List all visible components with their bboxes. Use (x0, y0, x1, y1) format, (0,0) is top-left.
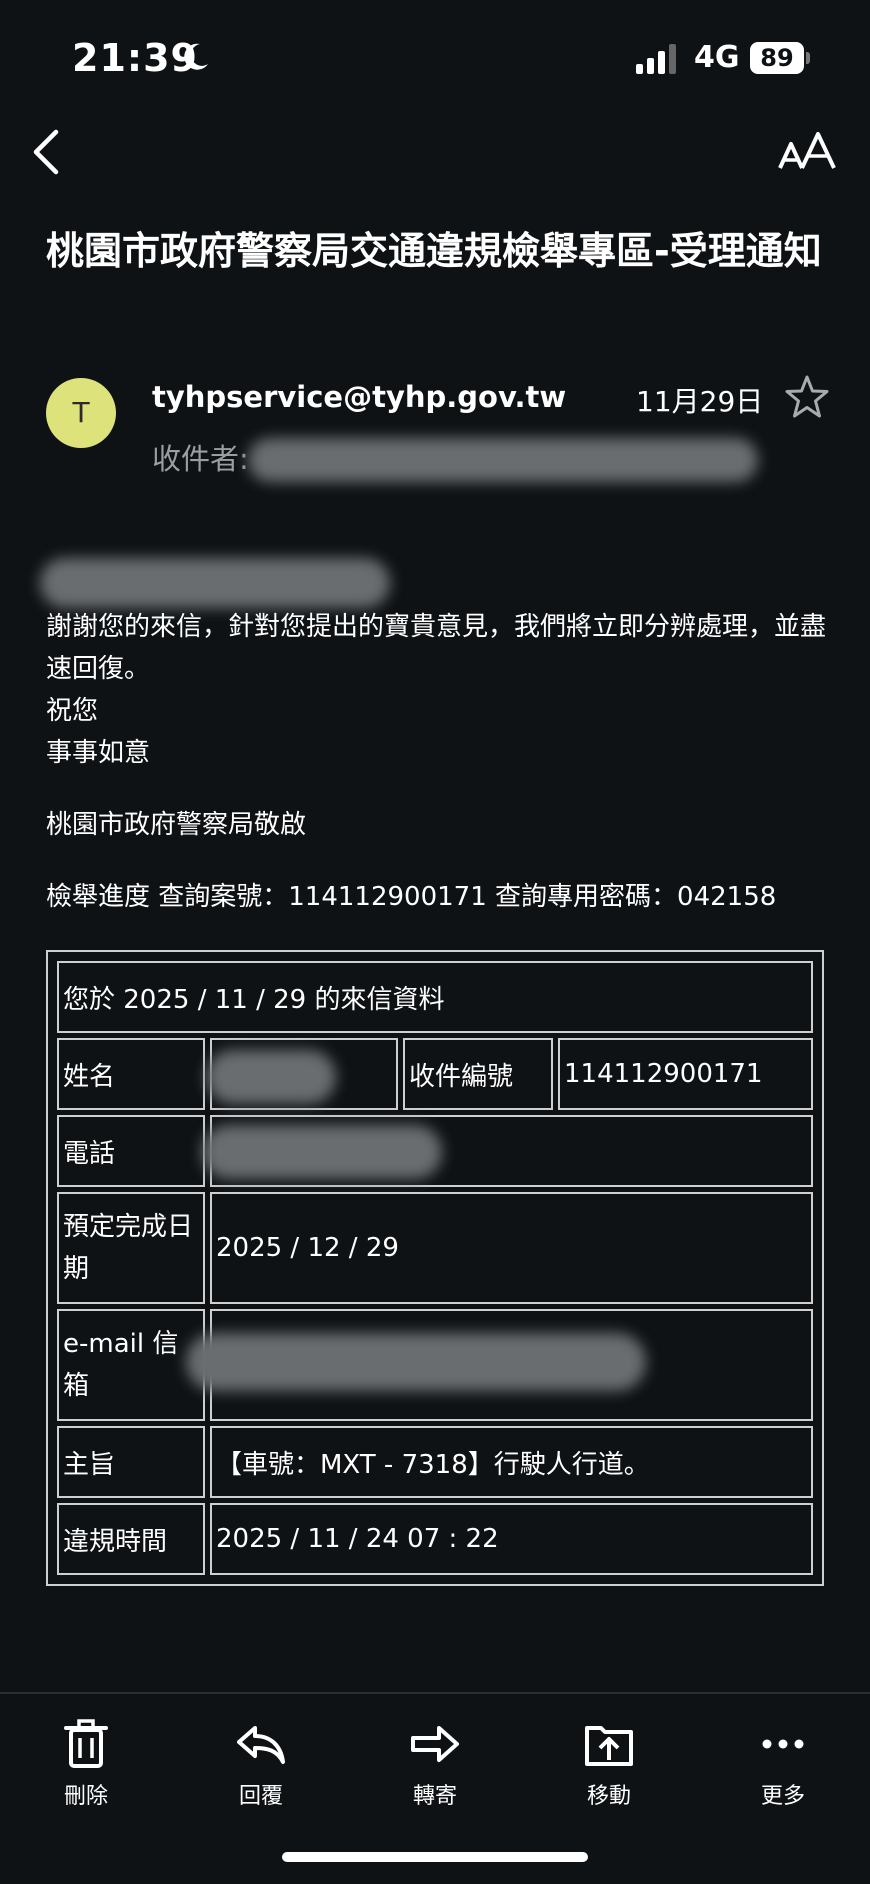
signal-icon (636, 44, 676, 74)
redacted-recipient (248, 438, 758, 482)
battery-level: 89 (750, 42, 804, 74)
body-signature: 桃園市政府警察局敬啟 (46, 810, 307, 840)
home-indicator[interactable] (282, 1852, 588, 1862)
violation-time-value: 2025 / 11 / 24 07 : 22 (210, 1503, 813, 1575)
recipient-label[interactable]: 收件者: (152, 436, 249, 478)
redacted-phone (202, 1125, 442, 1179)
more-button[interactable]: 更多 (733, 1718, 833, 1810)
email-subject: 桃園市政府警察局交通違規檢舉專區-受理通知 (46, 229, 822, 273)
body-message: 謝謝您的來信，針對您提出的寶貴意見，我們將立即分辨處理，並盡速回復。 (46, 612, 827, 684)
email-body: 謝謝您的來信，針對您提出的寶貴意見，我們將立即分辨處理，並盡速回復。 祝您 事事… (46, 606, 836, 918)
delete-label: 刪除 (63, 1784, 108, 1809)
email-label: e-mail 信箱 (57, 1309, 205, 1421)
redacted-name (206, 1050, 336, 1104)
move-folder-icon (585, 1726, 633, 1766)
phone-value (202, 1115, 813, 1187)
name-label: 姓名 (57, 1038, 205, 1110)
forward-button[interactable]: 轉寄 (385, 1718, 485, 1810)
back-arrow-icon[interactable] (26, 124, 66, 180)
moon-icon (184, 43, 208, 70)
more-label: 更多 (760, 1784, 805, 1809)
redacted-email (186, 1333, 646, 1391)
forward-label: 轉寄 (412, 1784, 457, 1809)
email-value (186, 1309, 813, 1421)
trash-icon (64, 1719, 108, 1768)
more-dots-icon (762, 1739, 804, 1749)
reply-label: 回覆 (238, 1784, 283, 1809)
body-progress: 檢舉進度 查詢案號：114112900171 查詢專用密碼：042158 (46, 882, 777, 912)
email-date: 11月29日 (636, 385, 764, 418)
reply-icon (237, 1726, 285, 1764)
forward-arrow-icon (411, 1726, 459, 1762)
move-button[interactable]: 移動 (559, 1718, 659, 1810)
case-no-label: 收件編號 (403, 1038, 553, 1110)
due-date-label: 預定完成日期 (57, 1192, 205, 1304)
reply-button[interactable]: 回覆 (211, 1718, 311, 1810)
phone-label: 電話 (57, 1115, 205, 1187)
table-header: 您於 2025 / 11 / 29 的來信資料 (57, 961, 813, 1033)
sender-address[interactable]: tyhpservice@tyhp.gov.tw (152, 380, 566, 414)
subject-value: 【車號：MXT - 7318】行駛人行道。 (210, 1426, 813, 1498)
violation-time-label: 違規時間 (57, 1503, 205, 1575)
text-size-icon[interactable] (778, 130, 836, 174)
star-icon[interactable] (784, 374, 830, 420)
network-type: 4G (694, 40, 740, 75)
battery-icon: 89 (750, 42, 812, 74)
case-no-value: 114112900171 (558, 1038, 813, 1110)
submission-table: 您於 2025 / 11 / 29 的來信資料 姓名 收件編號 11411290… (46, 950, 824, 1586)
redacted-greeting (40, 558, 390, 608)
name-value (206, 1038, 398, 1110)
subject-label: 主旨 (57, 1426, 205, 1498)
battery-nub (806, 52, 810, 64)
delete-button[interactable]: 刪除 (36, 1718, 136, 1810)
body-closing: 祝您 (46, 696, 99, 726)
due-date-value: 2025 / 12 / 29 (210, 1192, 813, 1304)
move-label: 移動 (586, 1784, 631, 1809)
sender-avatar[interactable]: T (46, 378, 116, 448)
status-bar: 21:39 4G 89 (0, 0, 870, 110)
body-wish: 事事如意 (46, 738, 151, 768)
